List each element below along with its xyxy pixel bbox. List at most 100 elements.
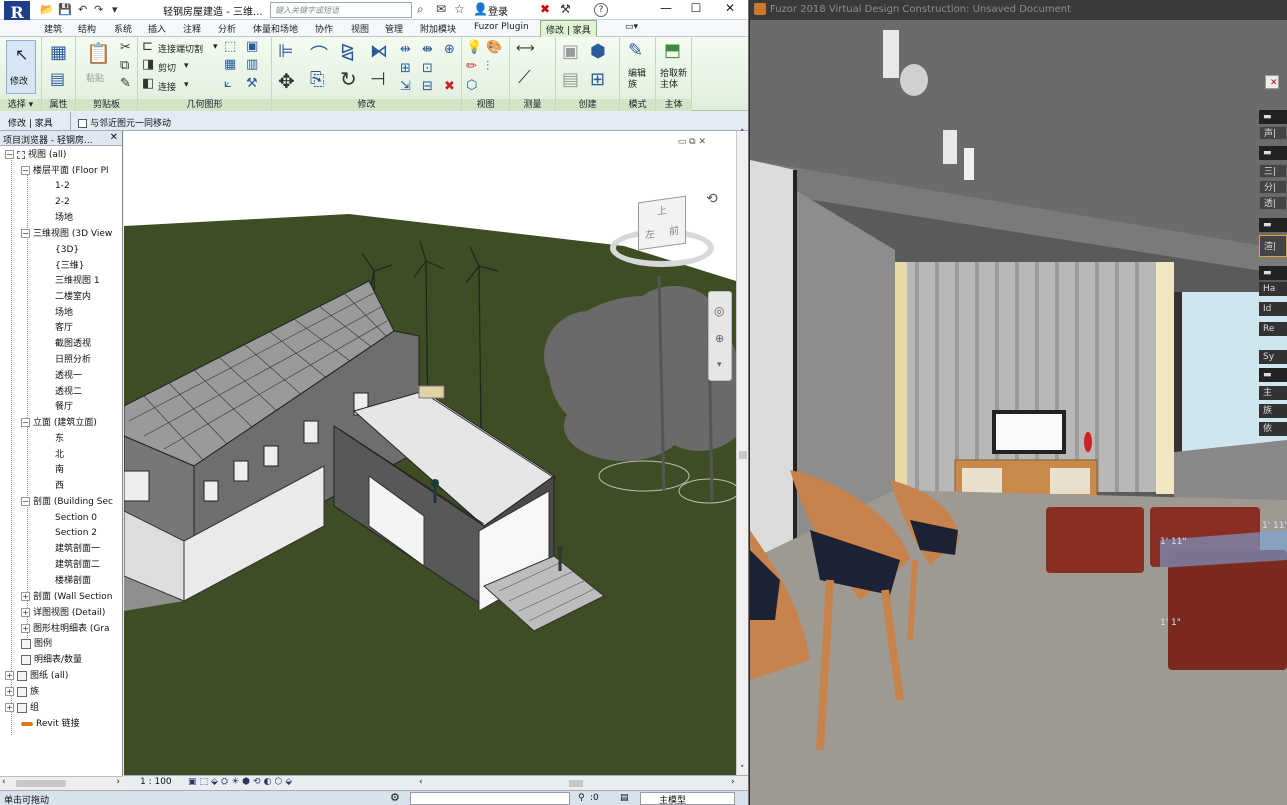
paste-icon[interactable]: 📋 [86, 41, 111, 65]
tree-item-column-schedules[interactable]: + 图形柱明细表 (Gra [21, 622, 110, 637]
pin-icon[interactable]: ⊕ [444, 42, 455, 57]
view-cube[interactable]: 上 左 前 [610, 191, 714, 281]
tree-item-view[interactable]: 2-2 [55, 195, 70, 210]
exchange-icon[interactable]: ⚒ [560, 2, 571, 16]
edit-family-icon[interactable]: ✎ [628, 40, 643, 61]
undo-icon[interactable]: ↶ [78, 3, 87, 16]
view-vertical-scrollbar[interactable]: ˄ ˅ [736, 129, 748, 775]
binoculars-icon[interactable]: ⌕ [417, 2, 424, 17]
tree-item-sheets[interactable]: + 图纸 (all) [5, 669, 68, 684]
scroll-thumb[interactable] [569, 780, 583, 787]
tree-item-view[interactable]: 二楼室内 [55, 290, 91, 305]
tree-item-revit-links[interactable]: Revit 链接 [21, 717, 80, 732]
nav-menu-icon[interactable]: ▾ [717, 360, 722, 370]
tree-item-view[interactable]: 东 [55, 432, 64, 447]
tree-item-groups[interactable]: + 组 [5, 701, 39, 716]
tab-fuzor-plugin[interactable]: Fuzor Plugin [474, 22, 529, 32]
tree-item-view[interactable]: 透视一 [55, 369, 82, 384]
scroll-left-icon[interactable]: ‹ [2, 777, 6, 787]
tree-item-view[interactable]: 场地 [55, 306, 73, 321]
tree-item-view[interactable]: 透视二 [55, 385, 82, 400]
scroll-right-icon[interactable]: › [116, 777, 120, 787]
minimize-button[interactable]: — [652, 0, 680, 18]
help-icon[interactable]: ? [594, 3, 608, 17]
home-view-icon[interactable]: ⟲ [706, 191, 718, 207]
user-icon[interactable]: 👤 [473, 2, 488, 16]
filter-icon[interactable]: ⚲ [578, 793, 585, 803]
beam-join-icon[interactable]: ⟀ [224, 76, 232, 91]
tree-item-elevations[interactable]: − 立面 (建筑立面) [21, 416, 97, 431]
cut-geometry-icon[interactable]: ◨ [142, 57, 154, 72]
scale-icon[interactable]: ⊡ [422, 61, 433, 76]
cut-dropdown-icon[interactable]: ▾ [184, 61, 189, 71]
login-link[interactable]: 登录 [488, 3, 508, 18]
3d-view-canvas[interactable]: ▭ ⧉ ✕ 上 左 前 ⟲ ◎ ⊕ ▾ [124, 131, 736, 775]
tree-item-view[interactable]: 客厅 [55, 321, 73, 336]
zoom-icon[interactable]: ⊕ [715, 332, 724, 345]
tab-collaborate[interactable]: 协作 [315, 22, 333, 35]
tree-item-view[interactable]: 截图透视 [55, 337, 91, 352]
cut-label[interactable]: 剪切 [158, 61, 176, 74]
search-input[interactable]: 键入关键字或短语 [270, 2, 412, 18]
tree-item-3d-views[interactable]: − 三维视图 (3D View [21, 227, 112, 242]
panel-section-header[interactable]: ▬ [1259, 218, 1287, 232]
join-cut-dropdown-icon[interactable]: ▾ [213, 42, 218, 52]
pick-host-button[interactable]: 拾取新主体 [660, 69, 690, 91]
tree-item-view[interactable]: 餐厅 [55, 400, 73, 415]
measure-icon[interactable]: ⟷ [516, 41, 535, 56]
move-with-nearby-checkbox[interactable]: 与邻近图元一同移动 [78, 116, 171, 129]
panel-item[interactable]: 透| [1259, 196, 1287, 210]
create-group-icon[interactable]: ▤ [562, 69, 579, 90]
panel-item[interactable]: 分| [1259, 180, 1287, 194]
tree-item-view[interactable]: 北 [55, 448, 64, 463]
mirror-axis-icon[interactable]: ⧎ [340, 41, 355, 62]
tree-item-legends[interactable]: 图例 [21, 637, 52, 652]
tab-modify-furniture[interactable]: 修改 | 家具 [540, 20, 597, 37]
open-icon[interactable]: 📂 [40, 3, 54, 16]
copy-element-icon[interactable]: ⎘ [310, 69, 324, 90]
panel-item[interactable]: 三| [1259, 164, 1287, 178]
tab-view[interactable]: 视图 [351, 22, 369, 35]
offset-icon[interactable]: ⌒ [310, 41, 328, 67]
tree-item-view[interactable]: {3D} [55, 243, 79, 258]
maximize-button[interactable]: ☐ [682, 0, 710, 18]
tree-item-view[interactable]: 1-2 [55, 179, 70, 194]
steering-wheel-icon[interactable]: ◎ [714, 304, 724, 318]
close-icon[interactable]: ✕ [1265, 75, 1279, 89]
panel-section-header[interactable]: ▬ [1259, 110, 1287, 124]
pick-host-icon[interactable]: ⬒ [664, 40, 681, 61]
scroll-left-icon[interactable]: ‹ [419, 777, 423, 787]
modify-button[interactable]: ↖ 修改 [6, 40, 36, 94]
tree-item-view[interactable]: 三维视图 1 [55, 274, 100, 289]
tree-item-view[interactable]: 楼梯剖面 [55, 574, 91, 589]
workset-select[interactable] [410, 792, 570, 805]
redo-icon[interactable]: ↷ [94, 3, 103, 16]
viewcube-left-label[interactable]: 左 [645, 225, 655, 241]
paint-icon[interactable]: ▣ [246, 39, 258, 54]
tree-item-views-all[interactable]: − 视图 (all) [5, 148, 66, 163]
tree-item-detail-views[interactable]: + 详图视图 (Detail) [21, 606, 105, 621]
panel-item-active[interactable]: 渲| [1259, 235, 1287, 257]
restore-view-icon[interactable]: ▭ ⧉ ✕ [678, 137, 706, 147]
copy-icon[interactable]: ⧉ [120, 58, 129, 73]
scroll-thumb[interactable] [16, 780, 66, 787]
tree-item-view[interactable]: 场地 [55, 211, 73, 226]
view-control-icons[interactable]: ▣⬚⬙⛭☀⬢⟲◐⬡⬙ [188, 777, 295, 787]
tab-panel-toggle-icon[interactable]: ▭▾ [625, 22, 638, 32]
split-face-icon[interactable]: ⬚ [224, 39, 236, 54]
filter-icon[interactable]: ⫶ [486, 59, 489, 74]
selection-box-icon[interactable]: ⬡ [466, 78, 477, 93]
tree-item-wall-sections[interactable]: + 剖面 (Wall Section [21, 590, 113, 605]
tab-systems[interactable]: 系统 [114, 22, 132, 35]
join-icon[interactable]: ◧ [142, 76, 154, 91]
join-cut-icon[interactable]: ⊏ [142, 39, 153, 54]
hammer-icon[interactable]: ⚒ [246, 76, 258, 91]
join-dropdown-icon[interactable]: ▾ [184, 80, 189, 90]
panel-section-header[interactable]: ▬ [1259, 368, 1287, 382]
edit-family-button[interactable]: 编辑族 [628, 69, 650, 91]
save-icon[interactable]: 💾 [58, 3, 72, 16]
scroll-up-icon[interactable]: ˄ [740, 129, 745, 139]
fuzor-3d-viewport[interactable] [750, 20, 1287, 805]
ottoman-selected[interactable] [1168, 550, 1287, 670]
panel-section-header[interactable]: ▬ [1259, 146, 1287, 160]
